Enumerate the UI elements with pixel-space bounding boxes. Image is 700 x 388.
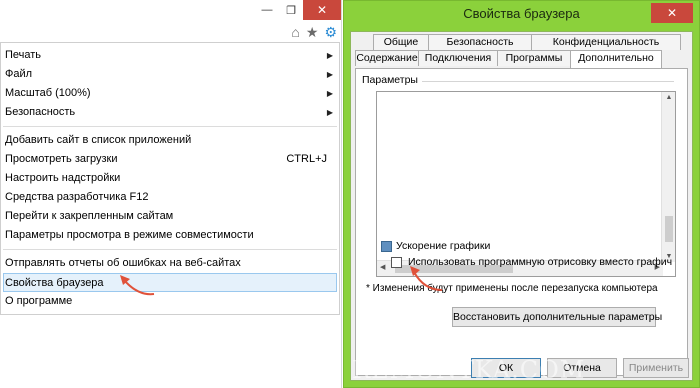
tab-programs[interactable]: Программы	[497, 50, 571, 66]
menu-item-label: Перейти к закрепленным сайтам	[5, 210, 174, 222]
menu-item-compat-view[interactable]: Параметры просмотра в режиме совместимос…	[1, 226, 339, 245]
tab-general[interactable]: Общие	[373, 34, 429, 50]
cancel-button[interactable]: Отмена	[547, 358, 617, 378]
tab-advanced[interactable]: Дополнительно	[570, 50, 662, 68]
tab-content[interactable]: Содержание	[355, 50, 419, 66]
settings-group-label: Параметры	[362, 74, 422, 86]
menu-item-file[interactable]: Файл ▶	[1, 65, 339, 84]
submenu-arrow-icon: ▶	[326, 70, 333, 79]
close-icon[interactable]: ✕	[303, 0, 341, 20]
tab-row-1: Общие Безопасность Конфиденциальность	[373, 34, 681, 50]
menu-separator	[3, 126, 337, 127]
graphics-category-icon	[381, 240, 392, 252]
dialog-body: Общие Безопасность Конфиденциальность Со…	[350, 31, 693, 381]
menu-item-security[interactable]: Безопасность ▶	[1, 103, 339, 122]
star-icon[interactable]: ★	[306, 24, 319, 40]
apply-button[interactable]: Применить	[623, 358, 689, 378]
scroll-up-icon[interactable]: ▲	[662, 94, 675, 101]
restart-note: * Изменения будут применены после переза…	[366, 283, 658, 294]
menu-item-addons[interactable]: Настроить надстройки	[1, 169, 339, 188]
ok-button[interactable]: ОК	[471, 358, 541, 378]
settings-option-label: Использовать программную отрисовку вмест…	[408, 256, 673, 268]
menu-item-label: Масштаб (100%)	[5, 87, 91, 99]
menu-item-downloads[interactable]: Просмотреть загрузки CTRL+J	[1, 150, 339, 169]
window-controls: — ❐ ✕	[255, 0, 341, 20]
restore-advanced-settings-button[interactable]: Восстановить дополнительные параметры	[452, 307, 662, 327]
ie-toolbar: ⌂ ★ ⚙	[291, 24, 337, 40]
menu-item-add-site[interactable]: Добавить сайт в список приложений	[1, 131, 339, 150]
menu-separator	[3, 249, 337, 250]
scroll-thumb[interactable]	[665, 216, 673, 242]
menu-item-label: Файл	[5, 68, 33, 80]
menu-item-label: О программе	[5, 295, 73, 307]
settings-category: Ускорение графики	[381, 240, 490, 252]
submenu-arrow-icon: ▶	[326, 51, 333, 60]
vertical-scrollbar[interactable]: ▲ ▼	[661, 92, 675, 262]
menu-item-about[interactable]: О программе	[1, 292, 339, 311]
menu-item-label: Просмотреть загрузки	[5, 153, 118, 165]
menu-item-label: Безопасность	[5, 106, 76, 118]
minimize-icon[interactable]: —	[255, 0, 279, 20]
tools-menu: Печать ▶ Файл ▶ Масштаб (100%) ▶ Безопас…	[0, 42, 340, 315]
restore-icon[interactable]: ❐	[279, 0, 303, 20]
tab-privacy[interactable]: Конфиденциальность	[531, 34, 681, 50]
submenu-arrow-icon: ▶	[326, 108, 333, 117]
group-divider	[414, 81, 674, 82]
menu-item-label: Отправлять отчеты об ошибках на веб-сайт…	[5, 257, 241, 269]
menu-item-label: Печать	[5, 49, 42, 61]
ie-window: — ❐ ✕ ⌂ ★ ⚙ Печать ▶ Файл ▶ Масштаб (100…	[0, 0, 342, 388]
tab-panel-advanced: Параметры ▲ ▼ ◀ ▶ Ускорение графики Испо…	[355, 68, 688, 376]
home-icon[interactable]: ⌂	[291, 24, 299, 40]
menu-item-label: Свойства браузера	[5, 277, 104, 289]
internet-options-dialog: Свойства браузера ✕ Общие Безопасность К…	[343, 0, 700, 388]
settings-option-software-rendering[interactable]: Использовать программную отрисовку вмест…	[391, 256, 672, 268]
menu-item-label: Настроить надстройки	[5, 172, 121, 184]
tab-row-2: Содержание Подключения Программы Дополни…	[355, 50, 662, 68]
gear-icon[interactable]: ⚙	[324, 24, 337, 40]
menu-item-label: Параметры просмотра в режиме совместимос…	[5, 229, 254, 241]
dialog-title: Свойства браузера	[463, 6, 580, 21]
menu-item-label: Добавить сайт в список приложений	[5, 134, 192, 146]
menu-item-devtools[interactable]: Средства разработчика F12	[1, 188, 339, 207]
software-rendering-checkbox[interactable]	[391, 256, 402, 268]
dialog-footer: ОК Отмена Применить	[351, 356, 692, 382]
scroll-left-icon[interactable]: ◀	[380, 263, 385, 271]
menu-item-zoom[interactable]: Масштаб (100%) ▶	[1, 84, 339, 103]
menu-item-report-errors[interactable]: Отправлять отчеты об ошибках на веб-сайт…	[1, 254, 339, 273]
tab-connections[interactable]: Подключения	[418, 50, 498, 66]
menu-item-print[interactable]: Печать ▶	[1, 46, 339, 65]
close-icon[interactable]: ✕	[651, 3, 693, 23]
menu-item-label: Средства разработчика F12	[5, 191, 149, 203]
menu-item-browser-properties[interactable]: Свойства браузера	[3, 273, 337, 292]
settings-list[interactable]: ▲ ▼ ◀ ▶ Ускорение графики Использовать п…	[376, 91, 676, 277]
menu-item-pinned-sites[interactable]: Перейти к закрепленным сайтам	[1, 207, 339, 226]
settings-category-label: Ускорение графики	[396, 240, 491, 252]
menu-shortcut: CTRL+J	[286, 153, 327, 165]
tab-security[interactable]: Безопасность	[428, 34, 532, 50]
submenu-arrow-icon: ▶	[326, 89, 333, 98]
